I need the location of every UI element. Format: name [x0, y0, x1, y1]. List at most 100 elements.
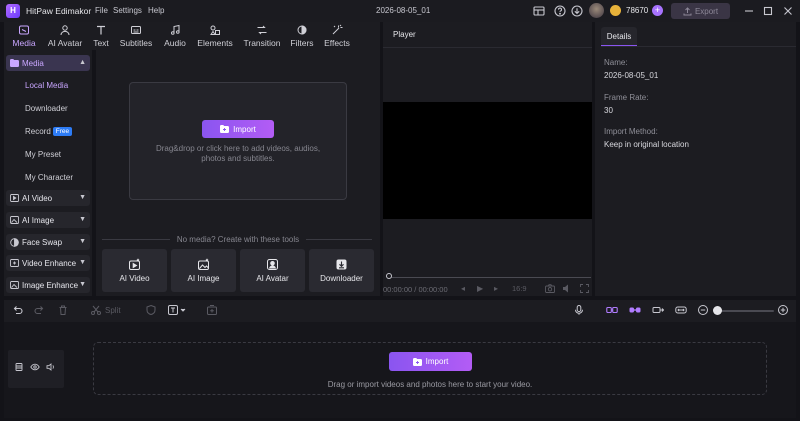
tab-media-label: Media [12, 38, 36, 48]
menu-help[interactable]: Help [148, 6, 164, 15]
sidebar-media-header[interactable]: Media ▲ [6, 55, 90, 71]
tab-transition[interactable]: Transition [242, 24, 282, 48]
image-enhance-label: Image Enhance [22, 280, 79, 290]
sidebar-item-local-media[interactable]: Local Media [25, 81, 68, 90]
playback-scrubber[interactable] [388, 277, 591, 278]
track-visibility-icon[interactable] [30, 362, 40, 372]
track-film-icon[interactable] [14, 362, 24, 372]
add-credits-button[interactable]: + [652, 5, 663, 16]
zoom-out-icon[interactable] [697, 304, 709, 316]
maximize-icon[interactable] [761, 4, 775, 18]
tool-tabs: Media AI Avatar Text Subtitles Audio Ele… [4, 22, 380, 50]
sidebar-group-ai-video[interactable]: AI Video ▼ [6, 190, 90, 206]
sidebar-record-label: Record [25, 127, 51, 136]
microphone-icon[interactable] [573, 304, 585, 316]
ai-video-icon [10, 194, 19, 202]
sidebar-item-my-preset[interactable]: My Preset [25, 150, 61, 159]
tool-card-ai-image[interactable]: AI Image [171, 249, 236, 292]
sidebar-item-record[interactable]: Record Free [25, 127, 73, 136]
crop-timeline-icon[interactable] [652, 304, 664, 316]
tab-media[interactable]: Media [10, 24, 38, 48]
ai-image-icon [197, 258, 210, 271]
link-tracks-icon[interactable] [606, 304, 618, 316]
magnet-snap-icon[interactable] [629, 304, 641, 316]
scrubber-handle[interactable] [386, 273, 392, 279]
menu-file[interactable]: File [95, 6, 108, 15]
sidebar-group-video-enhance[interactable]: Video Enhance ▼ [6, 255, 90, 271]
timeline-import-button[interactable]: Import [389, 352, 472, 371]
tab-text-label: Text [93, 38, 109, 48]
import-icon [220, 125, 230, 133]
layout-icon[interactable] [532, 4, 546, 18]
ai-video-label: AI Video [22, 193, 53, 203]
menu-settings[interactable]: Settings [113, 6, 142, 15]
ai-video-icon [128, 258, 141, 271]
tab-audio[interactable]: Audio [161, 24, 189, 48]
tool-card-downloader-label: Downloader [320, 274, 363, 283]
zoom-slider-handle[interactable] [713, 306, 722, 315]
chevron-down-icon: ▼ [79, 281, 86, 288]
face-swap-label: Face Swap [22, 237, 63, 247]
import-icon [412, 357, 422, 366]
fit-timeline-icon[interactable] [675, 304, 687, 316]
sidebar-group-face-swap[interactable]: Face Swap ▼ [6, 234, 90, 250]
tab-subtitles[interactable]: Subtitles [118, 24, 154, 48]
player-title: Player [393, 30, 416, 39]
tab-filters[interactable]: Filters [289, 24, 315, 48]
document-title: 2026-08-05_01 [376, 6, 431, 15]
user-avatar[interactable] [589, 3, 604, 18]
tab-filters-label: Filters [290, 38, 314, 48]
snapshot-icon[interactable] [545, 284, 555, 293]
track-audio-icon[interactable] [46, 362, 56, 372]
redo-icon[interactable] [34, 304, 46, 316]
chevron-down-icon: ▼ [79, 259, 86, 266]
text-style-dropdown[interactable] [168, 304, 188, 316]
split-icon[interactable] [90, 304, 102, 316]
effects-icon [331, 24, 343, 36]
image-enhance-icon [10, 281, 19, 289]
chevron-up-icon: ▲ [79, 59, 86, 66]
tab-effects[interactable]: Effects [323, 24, 351, 48]
fullscreen-icon[interactable] [580, 284, 589, 293]
avatar-icon [59, 24, 71, 36]
tool-card-ai-avatar[interactable]: AI Avatar [240, 249, 305, 292]
tab-ai-avatar[interactable]: AI Avatar [45, 24, 85, 48]
tab-effects-label: Effects [324, 38, 350, 48]
minimize-icon[interactable] [742, 4, 756, 18]
tool-card-downloader[interactable]: Downloader [309, 249, 374, 292]
video-preview[interactable] [383, 102, 592, 219]
download-icon[interactable] [570, 4, 584, 18]
tab-elements[interactable]: Elements [197, 24, 233, 48]
export-button[interactable]: Export [671, 3, 730, 19]
add-track-icon[interactable] [206, 304, 218, 316]
ai-image-label: AI Image [22, 215, 55, 225]
sidebar-group-ai-image[interactable]: AI Image ▼ [6, 212, 90, 228]
next-frame-icon[interactable]: ▸ [494, 284, 498, 293]
tab-details[interactable]: Details [601, 27, 637, 46]
sidebar-item-my-character[interactable]: My Character [25, 173, 73, 182]
aspect-ratio-select[interactable]: 16:9 [512, 284, 527, 293]
ai-image-icon [10, 216, 19, 224]
timeline-hint: Drag or import videos and photos here to… [327, 380, 533, 389]
close-icon[interactable] [781, 4, 795, 18]
zoom-in-icon[interactable] [777, 304, 789, 316]
sidebar-media-label: Media [22, 58, 44, 68]
import-button[interactable]: Import [202, 120, 274, 138]
chevron-down-icon: ▼ [79, 194, 86, 201]
volume-icon[interactable] [563, 284, 573, 293]
media-drop-zone[interactable] [129, 82, 347, 200]
help-icon[interactable] [553, 4, 567, 18]
tool-card-ai-video[interactable]: AI Video [102, 249, 167, 292]
chevron-down-icon: ▼ [79, 216, 86, 223]
sidebar-item-downloader[interactable]: Downloader [25, 104, 68, 113]
chevron-down-icon: ▼ [79, 238, 86, 245]
zoom-slider[interactable] [718, 310, 774, 312]
previous-frame-icon[interactable]: ◂ [461, 284, 465, 293]
sidebar-group-image-enhance[interactable]: Image Enhance ▼ [6, 277, 90, 293]
delete-icon[interactable] [57, 304, 69, 316]
tab-text[interactable]: Text [90, 24, 112, 48]
shield-icon[interactable] [145, 304, 157, 316]
undo-icon[interactable] [11, 304, 23, 316]
play-icon[interactable]: ▶ [477, 284, 483, 293]
timeline-separator [4, 320, 796, 322]
